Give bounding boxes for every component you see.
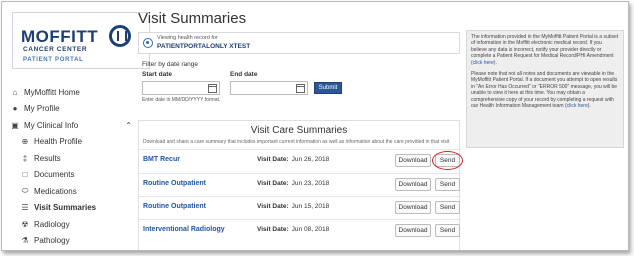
start-date-input[interactable] bbox=[142, 81, 220, 95]
sidebar-item-health-profile[interactable]: ⊕ Health Profile bbox=[10, 134, 132, 150]
click-here-link[interactable]: click here bbox=[567, 103, 588, 109]
visit-date: Visit Date: Jun 15, 2018 bbox=[257, 203, 329, 210]
viewing-label: Viewing health record for bbox=[157, 35, 218, 41]
sidebar-item-label: Pathology bbox=[34, 236, 70, 245]
submit-button[interactable]: Submit bbox=[314, 82, 342, 94]
sidebar-item-label: Medications bbox=[34, 186, 77, 196]
window-frame: MOFFITT CANCER CENTER PATIENT PORTAL ⌂ M… bbox=[1, 1, 629, 251]
visit-date-label: Visit Date: bbox=[257, 156, 289, 163]
sidebar-item-label: Radiology bbox=[34, 219, 70, 229]
document-icon: □ bbox=[22, 170, 28, 179]
info-paragraph-2: Please note that not all notes and docum… bbox=[471, 71, 618, 110]
download-button[interactable]: Download bbox=[395, 178, 431, 191]
page-title: Visit Summaries bbox=[138, 10, 247, 27]
end-date-input[interactable] bbox=[230, 81, 308, 95]
sidebar-item-radiology[interactable]: ☢ Radiology bbox=[10, 216, 132, 232]
list-icon: ☰ bbox=[21, 203, 29, 212]
sidebar-item-label: My Profile bbox=[24, 104, 60, 113]
table-row: Routine Outpatient Visit Date: Jun 23, 20… bbox=[139, 173, 461, 195]
patient-card: Viewing health record for PATIENTPORTALO… bbox=[138, 32, 460, 54]
date-format-hint: Enter date in MM/DD/YYYY format. bbox=[142, 97, 221, 103]
sidebar-item-profile[interactable]: ● My Profile bbox=[10, 101, 132, 117]
patient-name: PATIENTPORTALONLY XTEST bbox=[157, 43, 251, 50]
visit-name-link[interactable]: Routine Outpatient bbox=[143, 180, 206, 187]
moffitt-m-icon bbox=[109, 25, 131, 47]
send-button[interactable]: Send bbox=[435, 224, 460, 237]
sidebar-item-label: Health Profile bbox=[34, 137, 83, 146]
info-paragraph-1: The information provided in the MyMoffit… bbox=[471, 34, 619, 66]
visit-date: Visit Date: Jun 23, 2018 bbox=[257, 180, 329, 187]
visit-name-link[interactable]: BMT Recur bbox=[143, 156, 180, 163]
highlight-circle bbox=[432, 151, 463, 170]
visit-date-value: Jun 08, 2018 bbox=[291, 226, 330, 233]
visit-name-link[interactable]: Routine Outpatient bbox=[143, 203, 206, 210]
visit-date-value: Jun 23, 2018 bbox=[291, 180, 330, 187]
send-button[interactable]: Send bbox=[435, 201, 460, 214]
download-button[interactable]: Download bbox=[395, 224, 431, 237]
pill-icon: ⬭ bbox=[21, 186, 29, 195]
send-button[interactable]: Send bbox=[435, 178, 460, 191]
sidebar-item-home[interactable]: ⌂ MyMoffitt Home bbox=[10, 84, 132, 100]
table-row: BMT Recur Visit Date: Jun 26, 2018 Downlo… bbox=[139, 149, 463, 171]
sidebar-item-clinical-info[interactable]: ▣ My Clinical Info ⌃ bbox=[10, 117, 132, 133]
user-icon: ● bbox=[12, 104, 18, 113]
calendar-icon[interactable] bbox=[208, 84, 217, 93]
sidebar-item-label: Visit Summaries bbox=[34, 203, 97, 212]
click-here-link[interactable]: click here bbox=[473, 60, 494, 66]
brand-name: MOFFITT bbox=[21, 27, 99, 46]
download-button[interactable]: Download bbox=[395, 154, 431, 167]
radiology-icon: ☢ bbox=[21, 219, 29, 229]
user-circle-icon bbox=[143, 38, 153, 48]
table-row: Routine Outpatient Visit Date: Jun 15, 20… bbox=[139, 196, 461, 218]
start-date-label: Start date bbox=[142, 71, 172, 78]
calendar-icon[interactable] bbox=[296, 84, 305, 93]
flask-icon: ‡ bbox=[22, 153, 28, 163]
visit-name-link[interactable]: Interventional Radiology bbox=[143, 226, 225, 233]
sidebar-item-label: Documents bbox=[34, 170, 75, 179]
sidebar-item-label: My Clinical Info bbox=[24, 120, 79, 130]
end-date-label: End date bbox=[230, 71, 258, 78]
section-description: Download and share a care summary that i… bbox=[143, 139, 450, 145]
table-row: Interventional Radiology Visit Date: Jun … bbox=[139, 219, 461, 241]
home-icon: ⌂ bbox=[12, 87, 18, 97]
filter-heading: Filter by date range bbox=[142, 61, 199, 68]
sidebar-item-documents[interactable]: □ Documents bbox=[10, 167, 132, 183]
visit-date-value: Jun 26, 2018 bbox=[291, 156, 330, 163]
visit-care-summaries-panel: Visit Care Summaries Download and share … bbox=[138, 120, 463, 250]
section-title: Visit Care Summaries bbox=[250, 125, 348, 136]
visit-date-label: Visit Date: bbox=[257, 180, 289, 187]
sidebar-nav: ⌂ MyMoffitt Home ● My Profile ▣ My Clini… bbox=[10, 84, 132, 249]
info-panel: The information provided in the MyMoffit… bbox=[466, 30, 624, 148]
plus-circle-icon: ⊕ bbox=[21, 137, 29, 146]
brand-logo[interactable]: MOFFITT CANCER CENTER PATIENT PORTAL bbox=[12, 12, 150, 69]
visit-date-label: Visit Date: bbox=[257, 203, 289, 210]
microscope-icon: ⚗ bbox=[21, 236, 29, 245]
chevron-up-icon[interactable]: ⌃ bbox=[125, 121, 132, 130]
visit-date: Visit Date: Jun 26, 2018 bbox=[257, 156, 329, 163]
visit-date-value: Jun 15, 2018 bbox=[291, 203, 330, 210]
brand-subtitle: CANCER CENTER bbox=[23, 46, 88, 53]
sidebar-item-medications[interactable]: ⬭ Medications bbox=[10, 183, 132, 199]
date-filter: Filter by date range Start date End date… bbox=[138, 58, 460, 110]
sidebar-item-label: MyMoffitt Home bbox=[24, 87, 80, 97]
sidebar-item-label: Results bbox=[34, 153, 61, 163]
sidebar-item-pathology[interactable]: ⚗ Pathology bbox=[10, 233, 132, 249]
brand-portal: PATIENT PORTAL bbox=[23, 57, 84, 63]
visit-date-label: Visit Date: bbox=[257, 226, 289, 233]
sidebar-item-visit-summaries[interactable]: ☰ Visit Summaries bbox=[10, 200, 132, 216]
visit-date: Visit Date: Jun 08, 2018 bbox=[257, 226, 329, 233]
sidebar-item-results[interactable]: ‡ Results bbox=[10, 150, 132, 166]
download-button[interactable]: Download bbox=[395, 201, 431, 214]
users-icon: ▣ bbox=[11, 120, 19, 130]
